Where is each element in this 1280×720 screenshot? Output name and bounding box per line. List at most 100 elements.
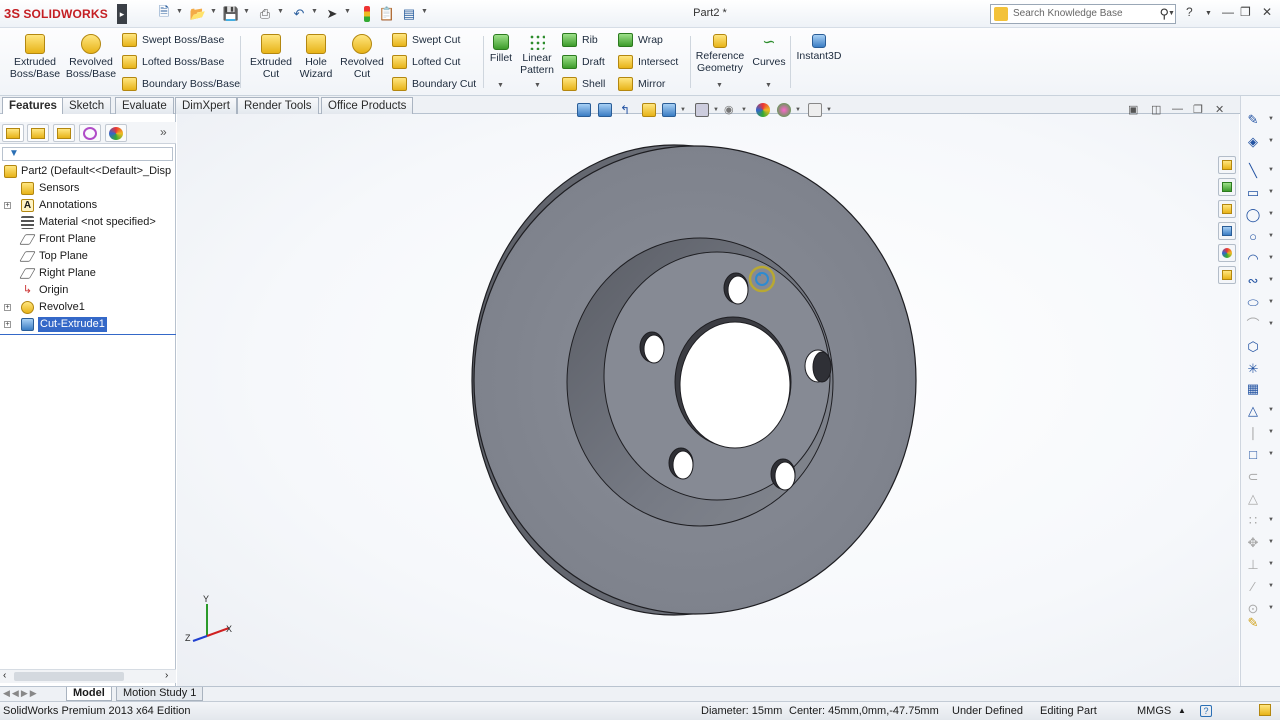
- relations-dropdown-icon[interactable]: ▼: [1268, 561, 1274, 567]
- dimension-dropdown-icon[interactable]: ▼: [1268, 138, 1274, 144]
- tree-filter-input[interactable]: ▼: [2, 147, 173, 161]
- viewport-close-icon[interactable]: ✕: [1215, 103, 1224, 116]
- tab-dimxpert[interactable]: DimXpert: [175, 97, 237, 114]
- tree-item-origin[interactable]: ↳ Origin: [0, 282, 176, 299]
- slot-dropdown-icon[interactable]: ▼: [1268, 211, 1274, 217]
- undo-dropdown-icon[interactable]: ▼: [311, 8, 318, 15]
- view-settings-icon[interactable]: [808, 103, 822, 117]
- view-orientation-dropdown-icon[interactable]: ▼: [680, 107, 686, 113]
- tab-evaluate[interactable]: Evaluate: [115, 97, 174, 114]
- ellipse-dropdown-icon[interactable]: ▼: [1268, 299, 1274, 305]
- fillet-sketch-icon[interactable]: ⌒: [1245, 317, 1261, 333]
- options-icon[interactable]: ▤: [400, 5, 418, 23]
- circle-icon[interactable]: ○: [1245, 229, 1261, 245]
- arc-dropdown-icon[interactable]: ▼: [1268, 255, 1274, 261]
- rebuild-icon[interactable]: [358, 5, 376, 23]
- linear-pattern-dropdown-icon[interactable]: ▼: [534, 82, 541, 89]
- viewport-restore-icon[interactable]: ❐: [1193, 103, 1203, 116]
- tab-features[interactable]: Features: [2, 97, 64, 115]
- tab-scroll-arrows-icon[interactable]: ◀◀▶▶: [3, 688, 39, 699]
- search-knowledge-base-input[interactable]: Search Knowledge Base ⚲: [990, 4, 1176, 24]
- custom-properties-icon[interactable]: [1218, 266, 1236, 284]
- reference-geometry-button[interactable]: Reference Geometry: [694, 34, 746, 74]
- expand-icon[interactable]: +: [4, 202, 11, 209]
- viewport-split-icon[interactable]: ◫: [1151, 103, 1161, 116]
- expand-icon[interactable]: +: [4, 304, 11, 311]
- line-icon[interactable]: ╲: [1245, 163, 1261, 179]
- point-icon[interactable]: ✳: [1245, 361, 1261, 377]
- rebuild-status-icon[interactable]: [1259, 704, 1273, 718]
- appearances-scenes-icon[interactable]: [1218, 244, 1236, 262]
- scroll-right-icon[interactable]: ›: [165, 670, 168, 681]
- fillet-dropdown-icon[interactable]: ▼: [497, 82, 504, 89]
- print-dropdown-icon[interactable]: ▼: [277, 8, 284, 15]
- text-icon[interactable]: ▦: [1245, 381, 1261, 397]
- view-palette-icon[interactable]: [1218, 222, 1236, 240]
- swept-cut-button[interactable]: Swept Cut: [392, 33, 460, 47]
- zoom-to-area-icon[interactable]: [598, 103, 612, 117]
- tab-motion-study-1[interactable]: Motion Study 1: [116, 687, 204, 701]
- help-status-icon[interactable]: ?: [1200, 705, 1212, 717]
- help-dropdown-icon[interactable]: ▼: [1205, 10, 1212, 17]
- graphics-area[interactable]: Y X Z: [177, 114, 1239, 686]
- apply-scene-dropdown-icon[interactable]: ▼: [795, 107, 801, 113]
- intersect-button[interactable]: Intersect: [618, 55, 678, 69]
- scroll-left-icon[interactable]: ‹: [3, 670, 6, 681]
- view-settings-dropdown-icon[interactable]: ▼: [826, 107, 832, 113]
- select-dropdown-icon[interactable]: ▼: [344, 8, 351, 15]
- shell-button[interactable]: Shell: [562, 77, 605, 91]
- sketch-icon[interactable]: ✎: [1245, 112, 1261, 128]
- tab-sketch[interactable]: Sketch: [62, 97, 112, 114]
- tab-render-tools[interactable]: Render Tools: [237, 97, 319, 114]
- zoom-to-fit-icon[interactable]: [577, 103, 591, 117]
- search-dropdown-icon[interactable]: ▼: [1168, 10, 1175, 17]
- tree-root-part[interactable]: Part2 (Default<<Default>_Disp: [0, 163, 176, 180]
- display-style-dropdown-icon[interactable]: ▼: [713, 107, 719, 113]
- tab-model[interactable]: Model: [66, 687, 112, 701]
- dimxpert-manager-tab-icon[interactable]: [79, 124, 101, 142]
- tree-item-sensors[interactable]: Sensors: [0, 180, 176, 197]
- brake-disc-model[interactable]: [177, 114, 1239, 686]
- tree-item-annotations[interactable]: + A Annotations: [0, 197, 176, 214]
- file-properties-icon[interactable]: 📋: [378, 5, 396, 23]
- mirror-button[interactable]: Mirror: [618, 77, 665, 91]
- tree-item-cut-extrude1[interactable]: + Cut-Extrude1: [0, 316, 176, 333]
- rectangle-dropdown-icon[interactable]: ▼: [1268, 189, 1274, 195]
- property-manager-tab-icon[interactable]: [27, 124, 49, 142]
- curves-button[interactable]: ∽ Curves: [750, 34, 788, 68]
- spline-icon[interactable]: ∾: [1245, 273, 1261, 289]
- select-cursor-icon[interactable]: ➤: [323, 5, 341, 23]
- convert-entities-icon[interactable]: □: [1245, 447, 1261, 463]
- snaps-dropdown-icon[interactable]: ▼: [1268, 605, 1274, 611]
- fillet-button[interactable]: Fillet: [486, 34, 516, 64]
- hide-show-items-icon[interactable]: ◉: [724, 103, 738, 117]
- new-dropdown-icon[interactable]: ▼: [176, 8, 183, 15]
- trim-dropdown-icon[interactable]: ▼: [1268, 429, 1274, 435]
- apply-scene-icon[interactable]: [777, 103, 791, 117]
- save-icon[interactable]: 💾: [222, 5, 240, 23]
- tree-item-top-plane[interactable]: Top Plane: [0, 248, 176, 265]
- scrollbar-thumb[interactable]: [14, 672, 124, 681]
- close-icon[interactable]: ✕: [1262, 5, 1272, 19]
- instant3d-button[interactable]: Instant3D: [794, 34, 844, 62]
- plane-dropdown-icon[interactable]: ▼: [1268, 407, 1274, 413]
- offset-icon[interactable]: ⊂: [1245, 469, 1261, 485]
- ellipse-icon[interactable]: ⬭: [1245, 295, 1261, 311]
- boundary-cut-button[interactable]: Boundary Cut: [392, 77, 476, 91]
- move-entities-icon[interactable]: ✥: [1245, 535, 1261, 551]
- wrap-button[interactable]: Wrap: [618, 33, 663, 47]
- units-popup-arrow-icon[interactable]: ▲: [1178, 702, 1186, 720]
- plane-sketch-icon[interactable]: △: [1245, 403, 1261, 419]
- print-icon[interactable]: ⎙: [256, 5, 274, 23]
- lofted-boss-button[interactable]: Lofted Boss/Base: [122, 55, 224, 69]
- rapid-sketch-icon[interactable]: ✎: [1245, 615, 1261, 631]
- move-dropdown-icon[interactable]: ▼: [1268, 539, 1274, 545]
- tab-office-products[interactable]: Office Products: [321, 97, 414, 114]
- fillet-sketch-dropdown-icon[interactable]: ▼: [1268, 321, 1274, 327]
- expand-icon[interactable]: +: [4, 321, 11, 328]
- previous-view-icon[interactable]: ↰: [620, 103, 634, 117]
- trim-icon[interactable]: ❘: [1245, 425, 1261, 441]
- lofted-cut-button[interactable]: Lofted Cut: [392, 55, 460, 69]
- solidworks-logo[interactable]: 3S SOLIDWORKS: [4, 6, 108, 21]
- design-library-icon[interactable]: [1218, 178, 1236, 196]
